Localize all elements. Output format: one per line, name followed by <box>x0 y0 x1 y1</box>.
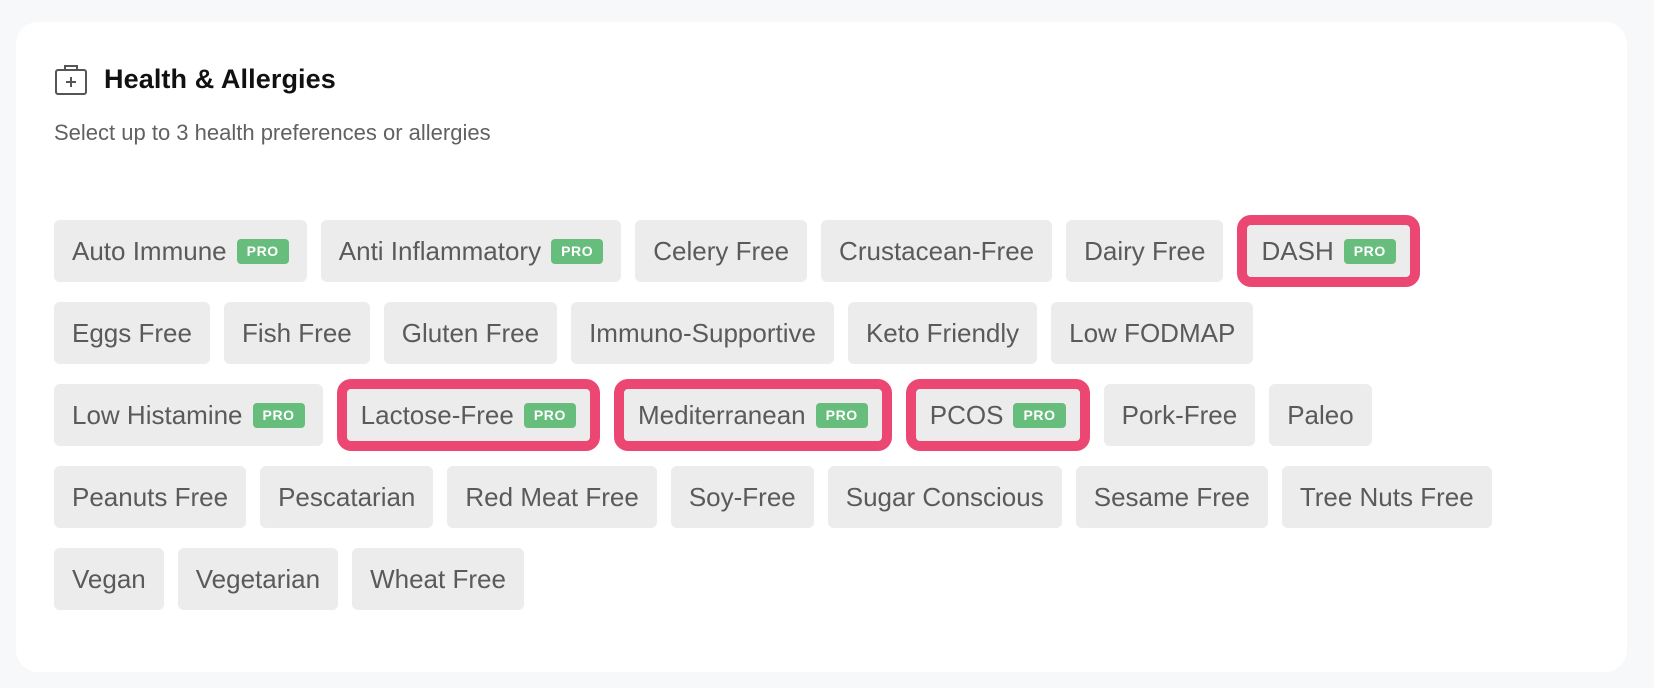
chip-keto-friendly[interactable]: Keto Friendly <box>847 302 1038 364</box>
chip-vegan[interactable]: Vegan <box>54 548 164 610</box>
chip-label: Crustacean-Free <box>839 235 1035 266</box>
chip-auto-immune[interactable]: Auto Immune PRO <box>54 220 307 282</box>
chip-row: Eggs Free Fish Free Gluten Free Immuno-Supp… <box>54 301 1614 365</box>
chip-low-histamine[interactable]: Low Histamine PRO <box>54 384 323 446</box>
chip-paleo[interactable]: Paleo <box>1269 384 1372 446</box>
chip-label: Wheat Free <box>370 563 506 594</box>
chip-label: Immuno-Supportive <box>589 317 816 348</box>
chip-pcos[interactable]: PCOS PRO <box>905 379 1090 451</box>
chip-mediterranean[interactable]: Mediterranean PRO <box>613 379 892 451</box>
chip-dash[interactable]: DASH PRO <box>1237 215 1420 287</box>
chip-label: Keto Friendly <box>865 317 1020 348</box>
chip-wheat-free[interactable]: Wheat Free <box>352 548 524 610</box>
chip-fish-free[interactable]: Fish Free <box>223 302 370 364</box>
chip-dairy-free[interactable]: Dairy Free <box>1066 220 1224 282</box>
chip-label: Pescatarian <box>278 481 416 512</box>
chip-peanuts-free[interactable]: Peanuts Free <box>54 466 247 528</box>
chip-pork-free[interactable]: Pork-Free <box>1103 384 1256 446</box>
chip-label: Peanuts Free <box>72 481 229 512</box>
chip-immuno-supportive[interactable]: Immuno-Supportive <box>571 302 834 364</box>
section-subtitle: Select up to 3 health preferences or all… <box>54 120 491 145</box>
pro-badge: PRO <box>523 402 576 428</box>
chip-anti-inflammatory[interactable]: Anti Inflammatory PRO <box>320 220 622 282</box>
chip-label: PCOS <box>929 399 1004 430</box>
pro-badge: PRO <box>1013 402 1066 428</box>
chip-label: Sugar Conscious <box>845 481 1044 512</box>
chip-soy-free[interactable]: Soy-Free <box>670 466 814 528</box>
chip-label: Mediterranean <box>637 399 806 430</box>
chip-celery-free[interactable]: Celery Free <box>635 220 808 282</box>
chip-label: Low FODMAP <box>1069 317 1236 348</box>
chip-sugar-conscious[interactable]: Sugar Conscious <box>827 466 1062 528</box>
pro-badge: PRO <box>236 238 289 264</box>
chip-label: Vegetarian <box>195 563 321 594</box>
chip-label: Sesame Free <box>1093 481 1250 512</box>
chip-row: Vegan Vegetarian Wheat Free <box>54 547 1614 611</box>
chip-label: Soy-Free <box>688 481 796 512</box>
section-title: Health & Allergies <box>104 63 336 94</box>
preference-chip-list: Auto Immune PRO Anti Inflammatory PRO Celery… <box>54 215 1614 611</box>
health-allergies-card: Health & Allergies Select up to 3 health… <box>16 22 1627 672</box>
chip-label: Paleo <box>1287 399 1354 430</box>
chip-tree-nuts-free[interactable]: Tree Nuts Free <box>1281 466 1492 528</box>
chip-eggs-free[interactable]: Eggs Free <box>54 302 210 364</box>
section-header: Health & Allergies <box>54 62 336 96</box>
chip-sesame-free[interactable]: Sesame Free <box>1075 466 1268 528</box>
chip-label: Eggs Free <box>72 317 192 348</box>
chip-label: DASH <box>1261 235 1334 266</box>
pro-badge: PRO <box>815 402 868 428</box>
medical-kit-icon <box>54 62 88 96</box>
chip-label: Anti Inflammatory <box>338 235 542 266</box>
chip-label: Celery Free <box>653 235 790 266</box>
chip-label: Fish Free <box>241 317 352 348</box>
chip-lactose-free[interactable]: Lactose-Free PRO <box>336 379 600 451</box>
pro-badge: PRO <box>551 238 604 264</box>
pro-badge: PRO <box>1343 238 1396 264</box>
chip-red-meat-free[interactable]: Red Meat Free <box>447 466 657 528</box>
chip-row: Peanuts Free Pescatarian Red Meat Free Soy-… <box>54 465 1614 529</box>
chip-label: Lactose-Free <box>360 399 514 430</box>
chip-label: Low Histamine <box>72 399 243 430</box>
chip-label: Red Meat Free <box>465 481 639 512</box>
chip-label: Auto Immune <box>72 235 227 266</box>
pro-badge: PRO <box>252 402 305 428</box>
chip-label: Vegan <box>72 563 146 594</box>
chip-label: Tree Nuts Free <box>1299 481 1474 512</box>
chip-crustacean-free[interactable]: Crustacean-Free <box>821 220 1053 282</box>
chip-label: Dairy Free <box>1084 235 1206 266</box>
chip-label: Pork-Free <box>1121 399 1238 430</box>
chip-gluten-free[interactable]: Gluten Free <box>383 302 558 364</box>
chip-vegetarian[interactable]: Vegetarian <box>177 548 339 610</box>
chip-pescatarian[interactable]: Pescatarian <box>260 466 434 528</box>
chip-row: Auto Immune PRO Anti Inflammatory PRO Celery… <box>54 215 1614 287</box>
chip-row: Low Histamine PRO Lactose-Free PRO Mediterra… <box>54 379 1614 451</box>
chip-label: Gluten Free <box>401 317 540 348</box>
chip-low-fodmap[interactable]: Low FODMAP <box>1051 302 1254 364</box>
